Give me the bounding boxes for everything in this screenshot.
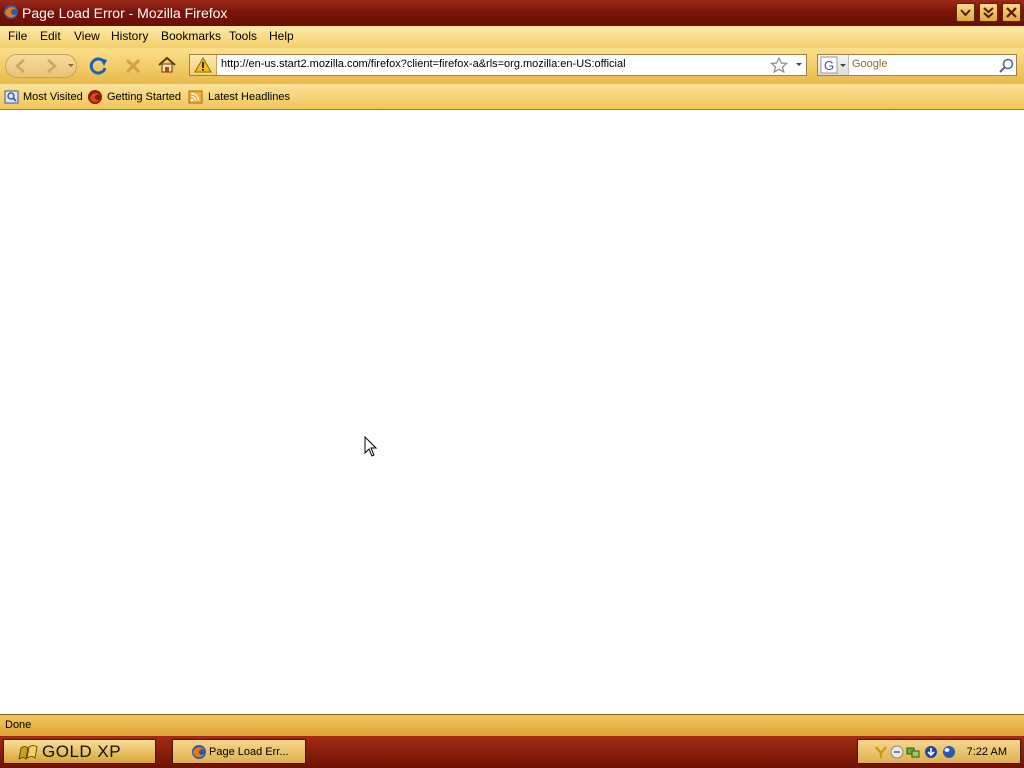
back-icon[interactable] <box>10 56 32 76</box>
url-dropdown-icon[interactable] <box>794 61 804 69</box>
system-tray: 7:22 AM <box>857 739 1021 764</box>
rss-icon <box>188 90 203 104</box>
clock: 7:22 AM <box>966 746 1007 758</box>
page-content[interactable] <box>0 110 1024 714</box>
taskbar: GOLD XP Page Load Err... 7:22 AM <box>0 736 1024 768</box>
windows-logo-icon <box>18 745 38 760</box>
menu-view[interactable]: View <box>74 29 100 43</box>
menu-help[interactable]: Help <box>269 29 294 43</box>
window-title: Page Load Error - Mozilla Firefox <box>22 5 228 21</box>
close-icon <box>1006 7 1017 18</box>
maximize-button[interactable] <box>979 3 998 22</box>
url-bar[interactable]: http://en-us.start2.mozilla.com/firefox?… <box>189 54 807 76</box>
home-icon[interactable] <box>156 54 178 76</box>
taskbar-item-firefox[interactable]: Page Load Err... <box>172 739 306 764</box>
menu-tools[interactable]: Tools <box>229 29 257 43</box>
google-icon: G <box>820 56 846 74</box>
firefox-icon <box>88 90 102 104</box>
svg-text:G: G <box>824 58 834 73</box>
minimize-button[interactable] <box>956 3 975 22</box>
search-bar[interactable]: G Google <box>817 54 1017 76</box>
tray-network-icon[interactable] <box>906 745 920 759</box>
magnifier-icon[interactable] <box>998 57 1016 75</box>
most-visited-icon <box>4 90 19 104</box>
minimize-icon <box>960 9 971 17</box>
bookmark-label: Getting Started <box>107 91 181 103</box>
forward-icon[interactable] <box>40 56 62 76</box>
history-dropdown-icon[interactable] <box>66 62 76 70</box>
start-label: GOLD XP <box>42 742 122 761</box>
search-engine-button[interactable]: G <box>818 55 849 75</box>
menu-history[interactable]: History <box>111 29 148 43</box>
url-text[interactable]: http://en-us.start2.mozilla.com/firefox?… <box>221 58 626 70</box>
title-bar: Page Load Error - Mozilla Firefox <box>0 0 1024 26</box>
maximize-icon <box>983 7 994 19</box>
bookmark-getting-started[interactable]: Getting Started <box>87 89 183 105</box>
stop-icon[interactable] <box>122 55 144 77</box>
status-bar: Done <box>0 714 1024 736</box>
bookmark-label: Latest Headlines <box>208 91 290 103</box>
start-button[interactable]: GOLD XP <box>3 739 156 764</box>
menu-edit[interactable]: Edit <box>40 29 61 43</box>
firefox-icon <box>192 745 206 759</box>
search-placeholder[interactable]: Google <box>852 58 887 70</box>
status-text: Done <box>5 719 32 731</box>
menu-bar: File Edit View History Bookmarks Tools H… <box>0 26 1024 48</box>
site-identity-button[interactable] <box>190 55 217 75</box>
menu-bookmarks[interactable]: Bookmarks <box>161 29 221 43</box>
warning-icon <box>194 56 212 73</box>
bookmark-label: Most Visited <box>23 91 83 103</box>
bookmark-most-visited[interactable]: Most Visited <box>4 89 83 105</box>
tray-yahoo-icon[interactable] <box>874 745 888 759</box>
tray-globe-icon[interactable] <box>942 745 956 759</box>
taskbar-item-label: Page Load Err... <box>209 746 289 758</box>
tray-update-icon[interactable] <box>924 745 938 759</box>
star-icon[interactable] <box>769 56 789 74</box>
reload-icon[interactable] <box>88 55 110 77</box>
firefox-icon <box>4 5 18 19</box>
mouse-cursor-icon <box>364 436 378 457</box>
menu-file[interactable]: File <box>8 29 27 43</box>
close-button[interactable] <box>1002 3 1021 22</box>
navigation-toolbar: http://en-us.start2.mozilla.com/firefox?… <box>0 48 1024 84</box>
bookmark-latest-headlines[interactable]: Latest Headlines <box>188 89 290 105</box>
bookmarks-toolbar: Most Visited Getting Started Latest Head… <box>0 84 1024 110</box>
tray-messenger-icon[interactable] <box>890 745 904 759</box>
